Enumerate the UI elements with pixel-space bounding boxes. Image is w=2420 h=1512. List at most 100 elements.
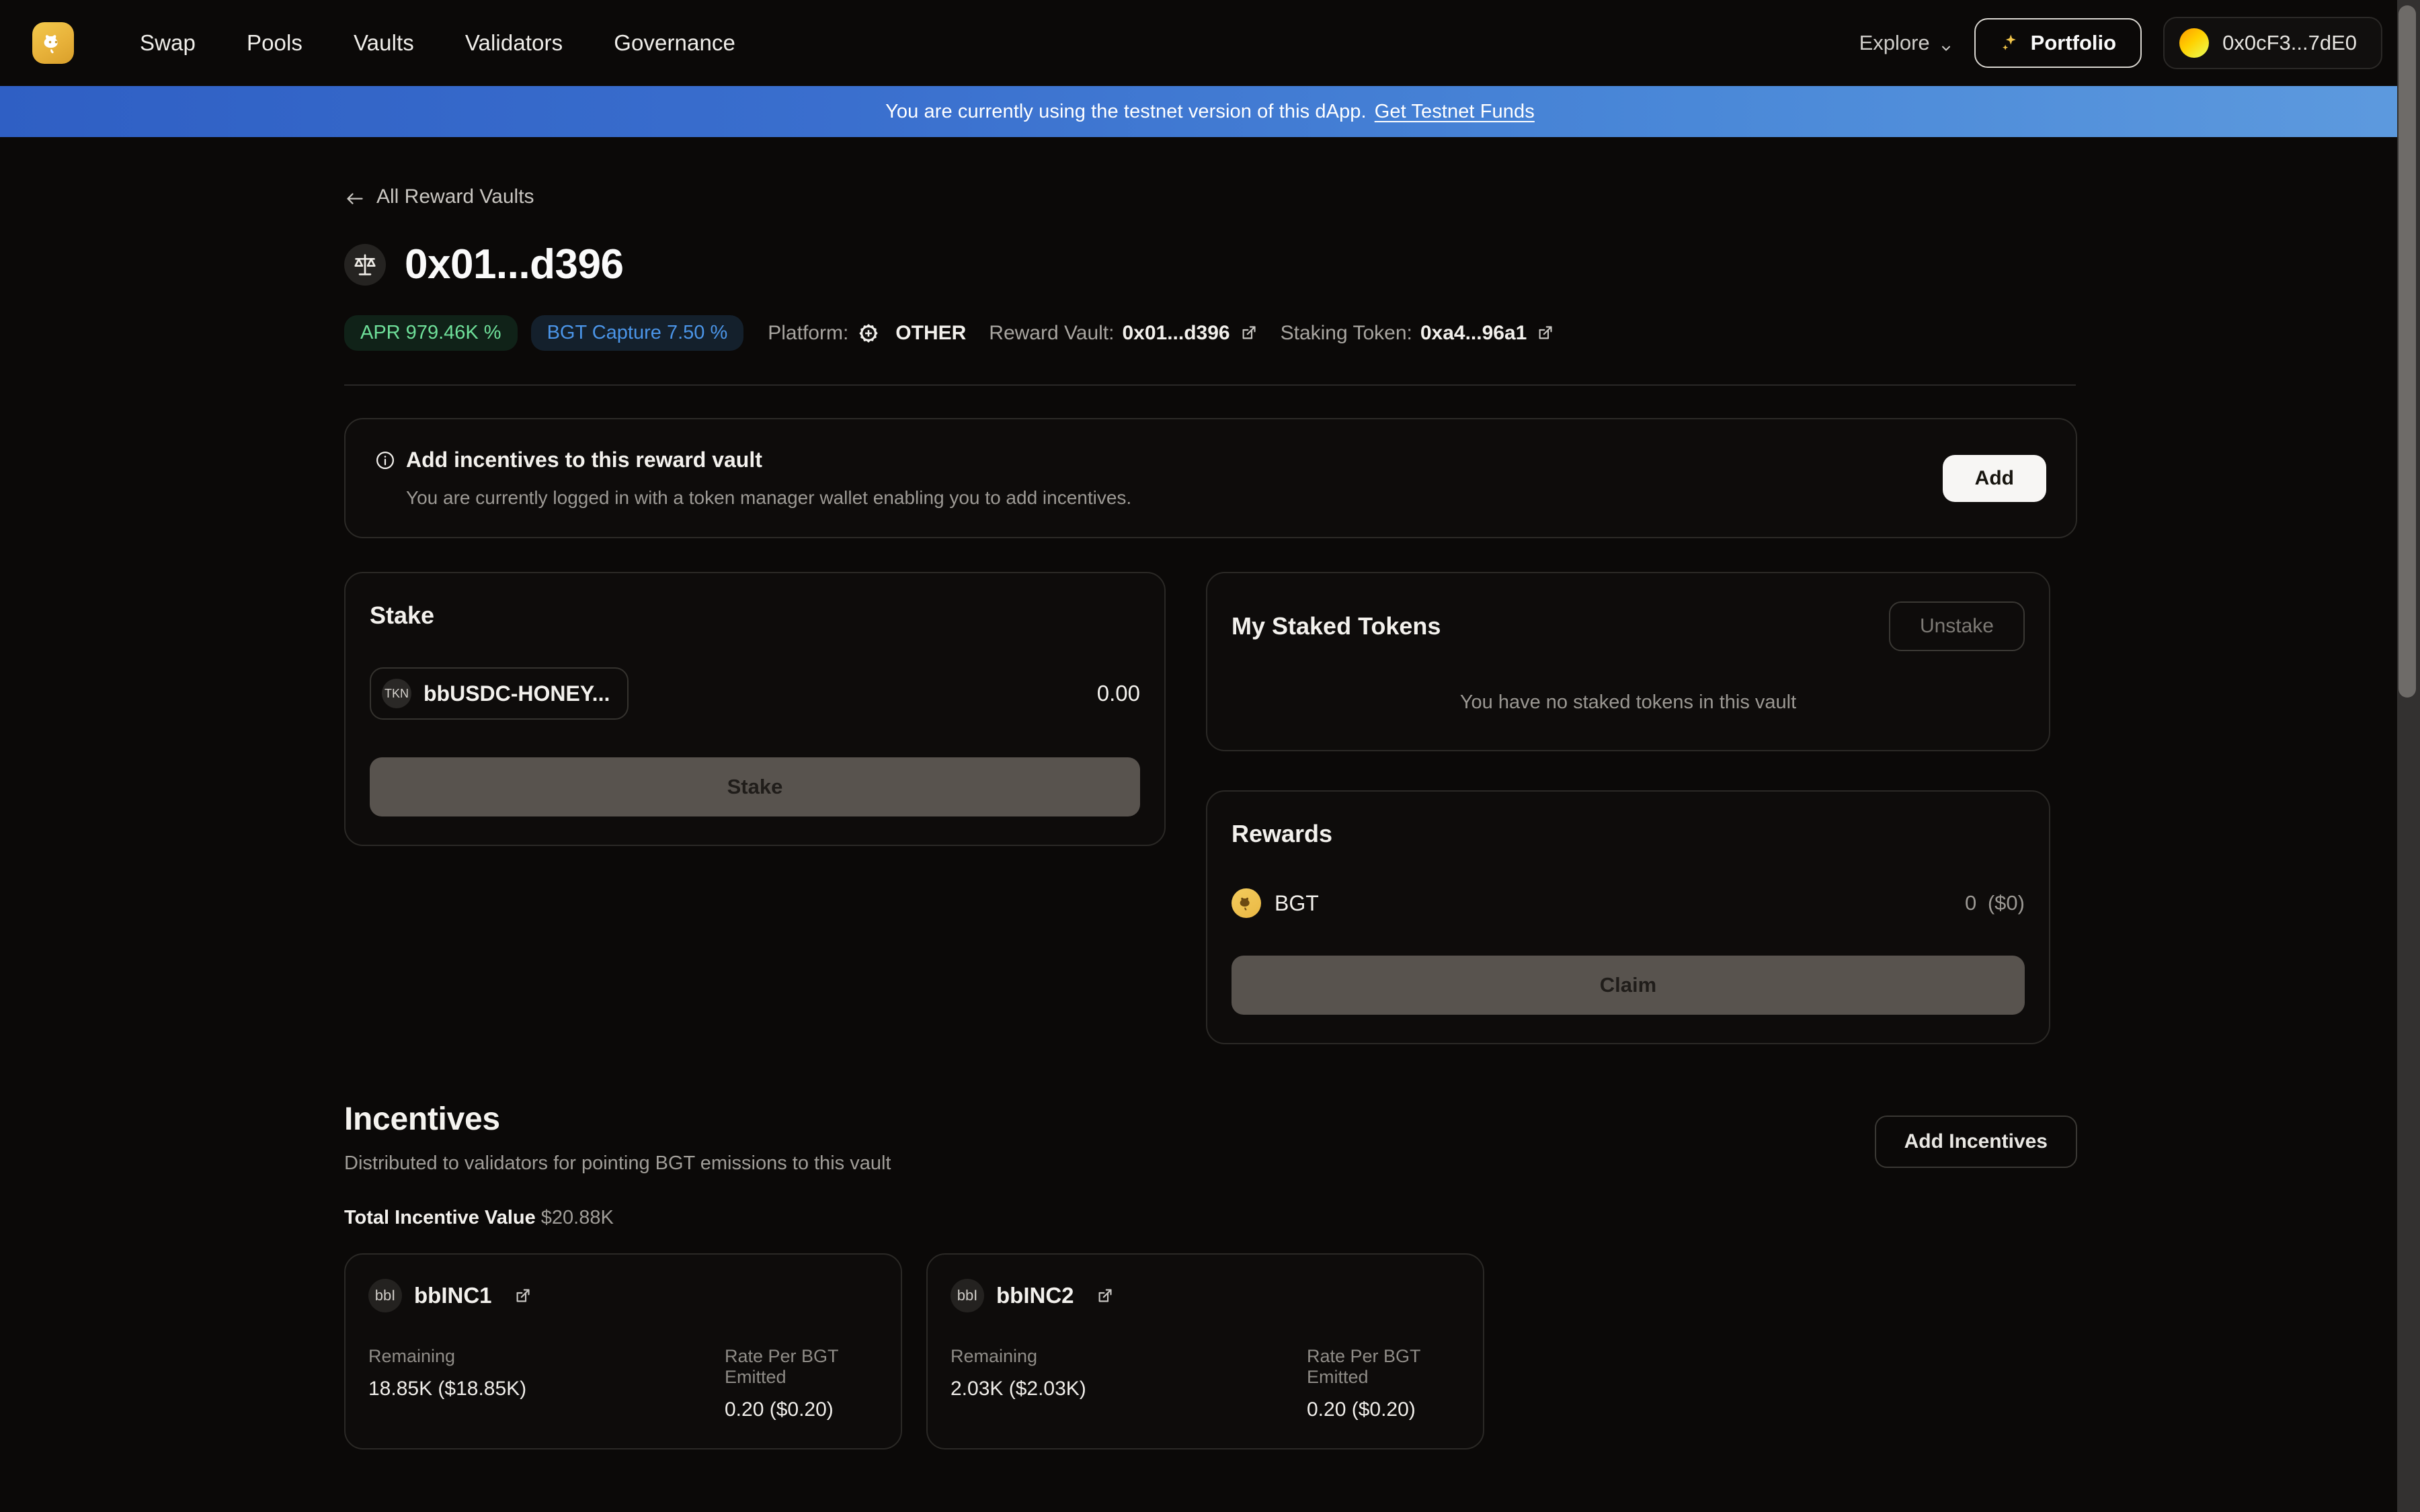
- header-actions: Explore Portfolio 0x0cF3...7dE0: [1859, 17, 2382, 69]
- rewards-card: Rewards BGT 0 ($0) Claim: [1206, 790, 2050, 1044]
- explore-label: Explore: [1859, 31, 1930, 54]
- vault-meta: APR 979.46K % BGT Capture 7.50 % Platfor…: [344, 315, 2077, 351]
- testnet-banner-text: You are currently using the testnet vers…: [885, 100, 1367, 122]
- rewards-card-title: Rewards: [1232, 820, 1333, 847]
- incentive-card: bbI bbINC2 Remaining 2.03K ($2.03K) Rate…: [926, 1253, 1484, 1450]
- meta-staking-token-value: 0xa4...96a1: [1420, 321, 1527, 344]
- breadcrumb[interactable]: All Reward Vaults: [346, 185, 2077, 208]
- external-link-icon[interactable]: [514, 1287, 532, 1305]
- other-platform-icon: [858, 323, 879, 344]
- main-nav: Swap Pools Vaults Validators Governance: [114, 30, 761, 56]
- incentives-subtitle: Distributed to validators for pointing B…: [344, 1152, 891, 1174]
- page-title: 0x01...d396: [405, 241, 624, 288]
- meta-staking-token-label: Staking Token:: [1280, 321, 1412, 344]
- add-incentives-button[interactable]: Add Incentives: [1874, 1116, 2077, 1168]
- reward-token-name: BGT: [1275, 890, 1319, 915]
- token-avatar-icon: TKN: [382, 679, 411, 708]
- nav-item-swap[interactable]: Swap: [114, 30, 221, 56]
- staked-card-title: My Staked Tokens: [1232, 612, 1441, 640]
- my-staked-tokens-card: My Staked Tokens Unstake You have no sta…: [1206, 572, 2050, 751]
- notice-title: Add incentives to this reward vault: [406, 448, 762, 472]
- incentive-rate-block: Rate Per BGT Emitted 0.20 ($0.20): [1307, 1346, 1460, 1421]
- incentive-token-avatar-icon: bbI: [368, 1279, 402, 1312]
- scrollbar-thumb[interactable]: [2398, 5, 2416, 698]
- reward-token-row: BGT 0 ($0): [1232, 888, 2025, 918]
- unstake-button[interactable]: Unstake: [1888, 601, 2025, 651]
- vault-header: 0x01...d396: [344, 241, 2077, 288]
- reward-amount-value: 0: [1964, 891, 1977, 915]
- total-incentive-amount: $20.88K: [540, 1207, 614, 1228]
- claim-button[interactable]: Claim: [1232, 956, 2025, 1015]
- nav-item-validators[interactable]: Validators: [440, 30, 588, 56]
- bera-logo-icon[interactable]: [32, 22, 74, 64]
- page-content: All Reward Vaults 0x01...d396 APR 979.46…: [0, 185, 2420, 1512]
- portfolio-button[interactable]: Portfolio: [1974, 18, 2142, 68]
- token-selector[interactable]: TKN bbUSDC-HONEY...: [370, 667, 629, 720]
- reward-amount: 0 ($0): [1960, 891, 2025, 915]
- external-link-icon[interactable]: [1536, 324, 1554, 342]
- incentive-card-header: bbI bbINC1: [368, 1279, 878, 1312]
- staked-empty-text: You have no staked tokens in this vault: [1459, 691, 1797, 713]
- vault-cards-grid: Stake TKN bbUSDC-HONEY... 0.00 Stake My …: [344, 572, 2077, 1044]
- token-name: bbUSDC-HONEY...: [424, 681, 610, 706]
- incentive-token-avatar-icon: bbI: [951, 1279, 984, 1312]
- notice-text-block: Add incentives to this reward vault You …: [375, 448, 1943, 509]
- wallet-button[interactable]: 0x0cF3...7dE0: [2163, 17, 2382, 69]
- content-wrapper: All Reward Vaults 0x01...d396 APR 979.46…: [343, 185, 2077, 1512]
- avatar: [2179, 28, 2210, 58]
- meta-platform-label: Platform:: [768, 321, 849, 344]
- incentive-card-stats: Remaining 18.85K ($18.85K) Rate Per BGT …: [368, 1346, 878, 1421]
- sparkles-icon: [2000, 33, 2020, 53]
- incentives-title: Incentives: [344, 1101, 500, 1137]
- meta-staking-token[interactable]: Staking Token: 0xa4...96a1: [1281, 322, 1555, 345]
- total-incentive-value: Total Incentive Value $20.88K: [344, 1207, 2077, 1229]
- incentives-section: Incentives Distributed to validators for…: [344, 1101, 2077, 1450]
- add-incentives-notice: Add incentives to this reward vault You …: [344, 418, 2077, 538]
- nav-item-governance[interactable]: Governance: [588, 30, 761, 56]
- nav-item-pools[interactable]: Pools: [221, 30, 328, 56]
- scales-icon: [344, 243, 386, 286]
- incentive-token-symbol: bbINC1: [414, 1283, 492, 1308]
- section-divider: [344, 384, 2076, 386]
- incentive-card-stats: Remaining 2.03K ($2.03K) Rate Per BGT Em…: [951, 1346, 1460, 1421]
- status-badge-bgt-capture: BGT Capture 7.50 %: [530, 315, 744, 351]
- nav-item-vaults[interactable]: Vaults: [328, 30, 440, 56]
- get-testnet-funds-link[interactable]: Get Testnet Funds: [1375, 101, 1535, 123]
- incentive-remaining-block: Remaining 18.85K ($18.85K): [368, 1346, 725, 1421]
- meta-reward-vault-value: 0x01...d396: [1122, 321, 1230, 344]
- meta-reward-vault-label: Reward Vault:: [989, 321, 1115, 344]
- scrollbar-track[interactable]: [2397, 0, 2420, 1512]
- incentives-title-block: Incentives Distributed to validators for…: [344, 1101, 891, 1175]
- portfolio-label: Portfolio: [2030, 31, 2117, 54]
- top-navbar: Swap Pools Vaults Validators Governance …: [0, 0, 2420, 86]
- stake-button[interactable]: Stake: [370, 757, 1140, 816]
- reward-amount-usd: ($0): [1987, 891, 2025, 915]
- explore-dropdown[interactable]: Explore: [1859, 31, 1953, 55]
- staked-card-header: My Staked Tokens Unstake: [1232, 601, 2025, 651]
- incentive-rate-label: Rate Per BGT Emitted: [725, 1346, 839, 1387]
- incentive-remaining-value: 18.85K ($18.85K): [368, 1378, 527, 1400]
- incentive-rate-block: Rate Per BGT Emitted 0.20 ($0.20): [725, 1346, 878, 1421]
- incentive-remaining-label: Remaining: [368, 1346, 456, 1366]
- stake-amount-input[interactable]: 0.00: [1097, 681, 1140, 706]
- bgt-token-icon: [1232, 888, 1261, 918]
- external-link-icon[interactable]: [1096, 1287, 1114, 1305]
- incentive-token-symbol: bbINC2: [996, 1283, 1074, 1308]
- testnet-banner: You are currently using the testnet vers…: [0, 86, 2420, 137]
- meta-platform: Platform: OTHER: [768, 322, 966, 345]
- total-incentive-label: Total Incentive Value: [344, 1207, 536, 1228]
- stake-card: Stake TKN bbUSDC-HONEY... 0.00 Stake: [344, 572, 1166, 846]
- status-badge-apr: APR 979.46K %: [344, 315, 518, 351]
- wallet-address: 0x0cF3...7dE0: [2222, 31, 2357, 54]
- add-button[interactable]: Add: [1942, 454, 2046, 502]
- app-root: Swap Pools Vaults Validators Governance …: [0, 0, 2420, 1512]
- meta-reward-vault[interactable]: Reward Vault: 0x01...d396: [989, 322, 1257, 345]
- notice-title-row: Add incentives to this reward vault: [375, 448, 1943, 472]
- incentive-remaining-label: Remaining: [951, 1346, 1038, 1366]
- info-circle-icon: [375, 450, 395, 470]
- right-column: My Staked Tokens Unstake You have no sta…: [1206, 572, 2050, 1044]
- arrow-left-icon: [346, 189, 364, 205]
- left-column: Stake TKN bbUSDC-HONEY... 0.00 Stake: [344, 572, 1166, 846]
- incentive-remaining-block: Remaining 2.03K ($2.03K): [951, 1346, 1307, 1421]
- external-link-icon[interactable]: [1240, 324, 1258, 342]
